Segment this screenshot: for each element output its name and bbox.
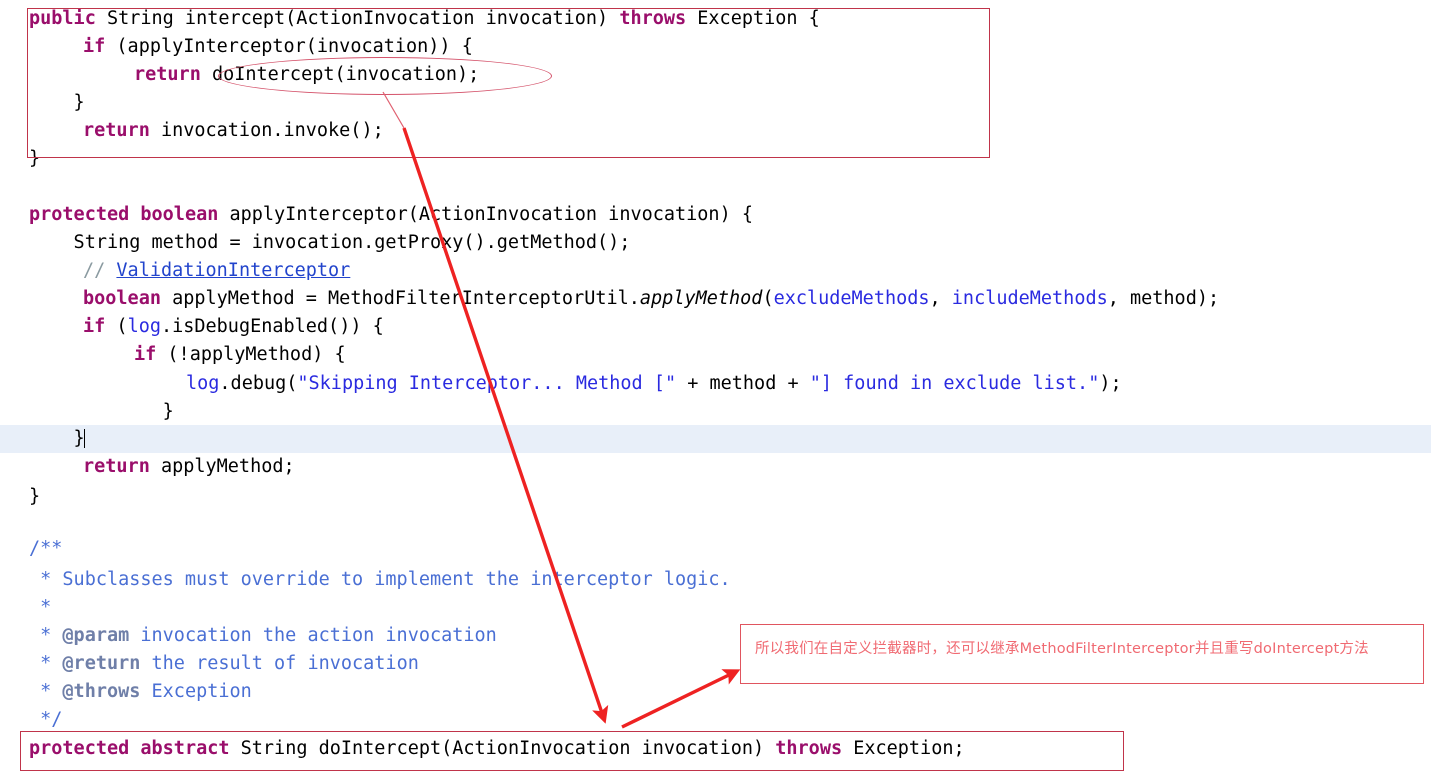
code-line-intercept-signature[interactable]: public String intercept(ActionInvocation… — [0, 5, 1431, 33]
code-text: applyMethod; — [149, 456, 295, 477]
code-text: } — [29, 486, 41, 507]
code-text: String doIntercept(ActionInvocation invo… — [229, 738, 776, 759]
code-text: (applyInterceptor(invocation)) { — [105, 36, 473, 57]
chinese-annotation-note-box: 所以我们在自定义拦截器时，还可以继承MethodFilterIntercepto… — [740, 624, 1424, 684]
keyword-return: return — [83, 120, 150, 141]
keyword-return: return — [134, 64, 201, 85]
javadoc-star: * — [29, 653, 63, 674]
field-log: log — [127, 316, 161, 337]
chinese-annotation-text: 所以我们在自定义拦截器时，还可以继承MethodFilterIntercepto… — [755, 641, 1369, 657]
comment-slashes: // — [83, 260, 117, 281]
code-text: } — [29, 401, 174, 422]
javadoc-tag-param: @param — [62, 625, 130, 646]
code-line-javadoc-description[interactable]: * Subclasses must override to implement … — [0, 566, 1431, 594]
code-text: ( — [762, 288, 774, 309]
javadoc-text: * — [29, 597, 52, 618]
code-text: Exception; — [842, 738, 965, 759]
code-text: ); — [1099, 373, 1122, 394]
code-text: doIntercept(invocation); — [200, 64, 480, 85]
javadoc-star: * — [29, 681, 63, 702]
code-text: .debug( — [219, 373, 298, 394]
code-line-close-brace-method-2[interactable]: } — [0, 483, 1431, 511]
code-line-log-debug[interactable]: log.debug("Skipping Interceptor... Metho… — [0, 370, 1431, 398]
string-skipping-interceptor: "Skipping Interceptor... Method [" — [297, 373, 677, 394]
javadoc-star: * — [29, 625, 63, 646]
code-text: (!applyMethod) { — [156, 344, 346, 365]
javadoc-text: */ — [29, 709, 63, 730]
code-line-return-dointercept[interactable]: return doIntercept(invocation); — [0, 61, 1431, 89]
code-line-return-invoke[interactable]: return invocation.invoke(); — [0, 117, 1431, 145]
code-line-dointercept-declaration[interactable]: protected abstract String doIntercept(Ac… — [0, 735, 1431, 763]
code-line-if-applyinterceptor[interactable]: if (applyInterceptor(invocation)) { — [0, 33, 1431, 61]
keyword-abstract: abstract — [140, 738, 230, 759]
code-line-javadoc-blank[interactable]: * — [0, 594, 1431, 622]
javadoc-tag-throws: @throws — [62, 681, 141, 702]
keyword-if: if — [83, 36, 106, 57]
code-text: String intercept(ActionInvocation invoca… — [95, 8, 620, 29]
keyword-public: public — [29, 8, 96, 29]
code-line-string-method[interactable]: String method = invocation.getProxy().ge… — [0, 229, 1431, 257]
keyword-return: return — [83, 456, 150, 477]
javadoc-text: the result of invocation — [140, 653, 419, 674]
code-text: } — [29, 148, 41, 169]
code-text: String method = invocation.getProxy().ge… — [29, 232, 631, 253]
javadoc-tag-return: @return — [62, 653, 141, 674]
keyword-if: if — [134, 344, 157, 365]
code-text: } — [29, 92, 85, 113]
keyword-if: if — [83, 316, 106, 337]
keyword-throws: throws — [619, 8, 687, 29]
code-line-return-applymethod[interactable]: return applyMethod; — [0, 453, 1431, 481]
code-line-javadoc-open[interactable]: /** — [0, 535, 1431, 563]
code-text: invocation.invoke(); — [149, 120, 384, 141]
code-line-boolean-applymethod[interactable]: boolean applyMethod = MethodFilterInterc… — [0, 285, 1431, 313]
code-line-if-not-applymethod[interactable]: if (!applyMethod) { — [0, 341, 1431, 369]
comment-link-validationinterceptor[interactable]: ValidationInterceptor — [116, 260, 350, 281]
code-text: Exception { — [686, 8, 820, 29]
field-log: log — [186, 373, 220, 394]
code-line-comment-validationinterceptor[interactable]: // ValidationInterceptor — [0, 257, 1431, 285]
text-caret — [83, 429, 85, 448]
field-excludemethods: excludeMethods — [773, 288, 930, 309]
code-text: , — [929, 288, 952, 309]
code-line-close-brace-1[interactable]: } — [0, 89, 1431, 117]
code-line-close-brace-method[interactable]: } — [0, 145, 1431, 173]
code-text: ( — [105, 316, 128, 337]
code-text: } — [29, 428, 85, 449]
code-text: .isDebugEnabled()) { — [160, 316, 384, 337]
field-includemethods: includeMethods — [951, 288, 1108, 309]
code-text: , method); — [1107, 288, 1220, 309]
javadoc-text: /** — [29, 538, 63, 559]
code-line-if-isdebugenabled[interactable]: if (log.isDebugEnabled()) { — [0, 313, 1431, 341]
code-text: + method + — [676, 373, 810, 394]
code-line-applyinterceptor-signature[interactable]: protected boolean applyInterceptor(Actio… — [0, 201, 1431, 229]
code-text: applyMethod = MethodFilterInterceptorUti… — [160, 288, 640, 309]
javadoc-text: * Subclasses must override to implement … — [29, 569, 731, 590]
keyword-protected: protected — [29, 738, 130, 759]
method-applymethod: applyMethod — [639, 288, 763, 309]
string-found-in-exclude-list: "] found in exclude list." — [809, 373, 1100, 394]
keyword-protected: protected — [29, 204, 130, 225]
code-line-javadoc-close[interactable]: */ — [0, 706, 1431, 734]
code-line-close-brace-2[interactable]: } — [0, 398, 1431, 426]
keyword-boolean: boolean — [140, 204, 219, 225]
javadoc-text: invocation the action invocation — [129, 625, 497, 646]
javadoc-text: Exception — [140, 681, 252, 702]
code-text: applyInterceptor(ActionInvocation invoca… — [218, 204, 753, 225]
keyword-boolean: boolean — [83, 288, 161, 309]
code-line-close-brace-3-active[interactable]: } — [0, 425, 1431, 453]
keyword-throws: throws — [775, 738, 843, 759]
